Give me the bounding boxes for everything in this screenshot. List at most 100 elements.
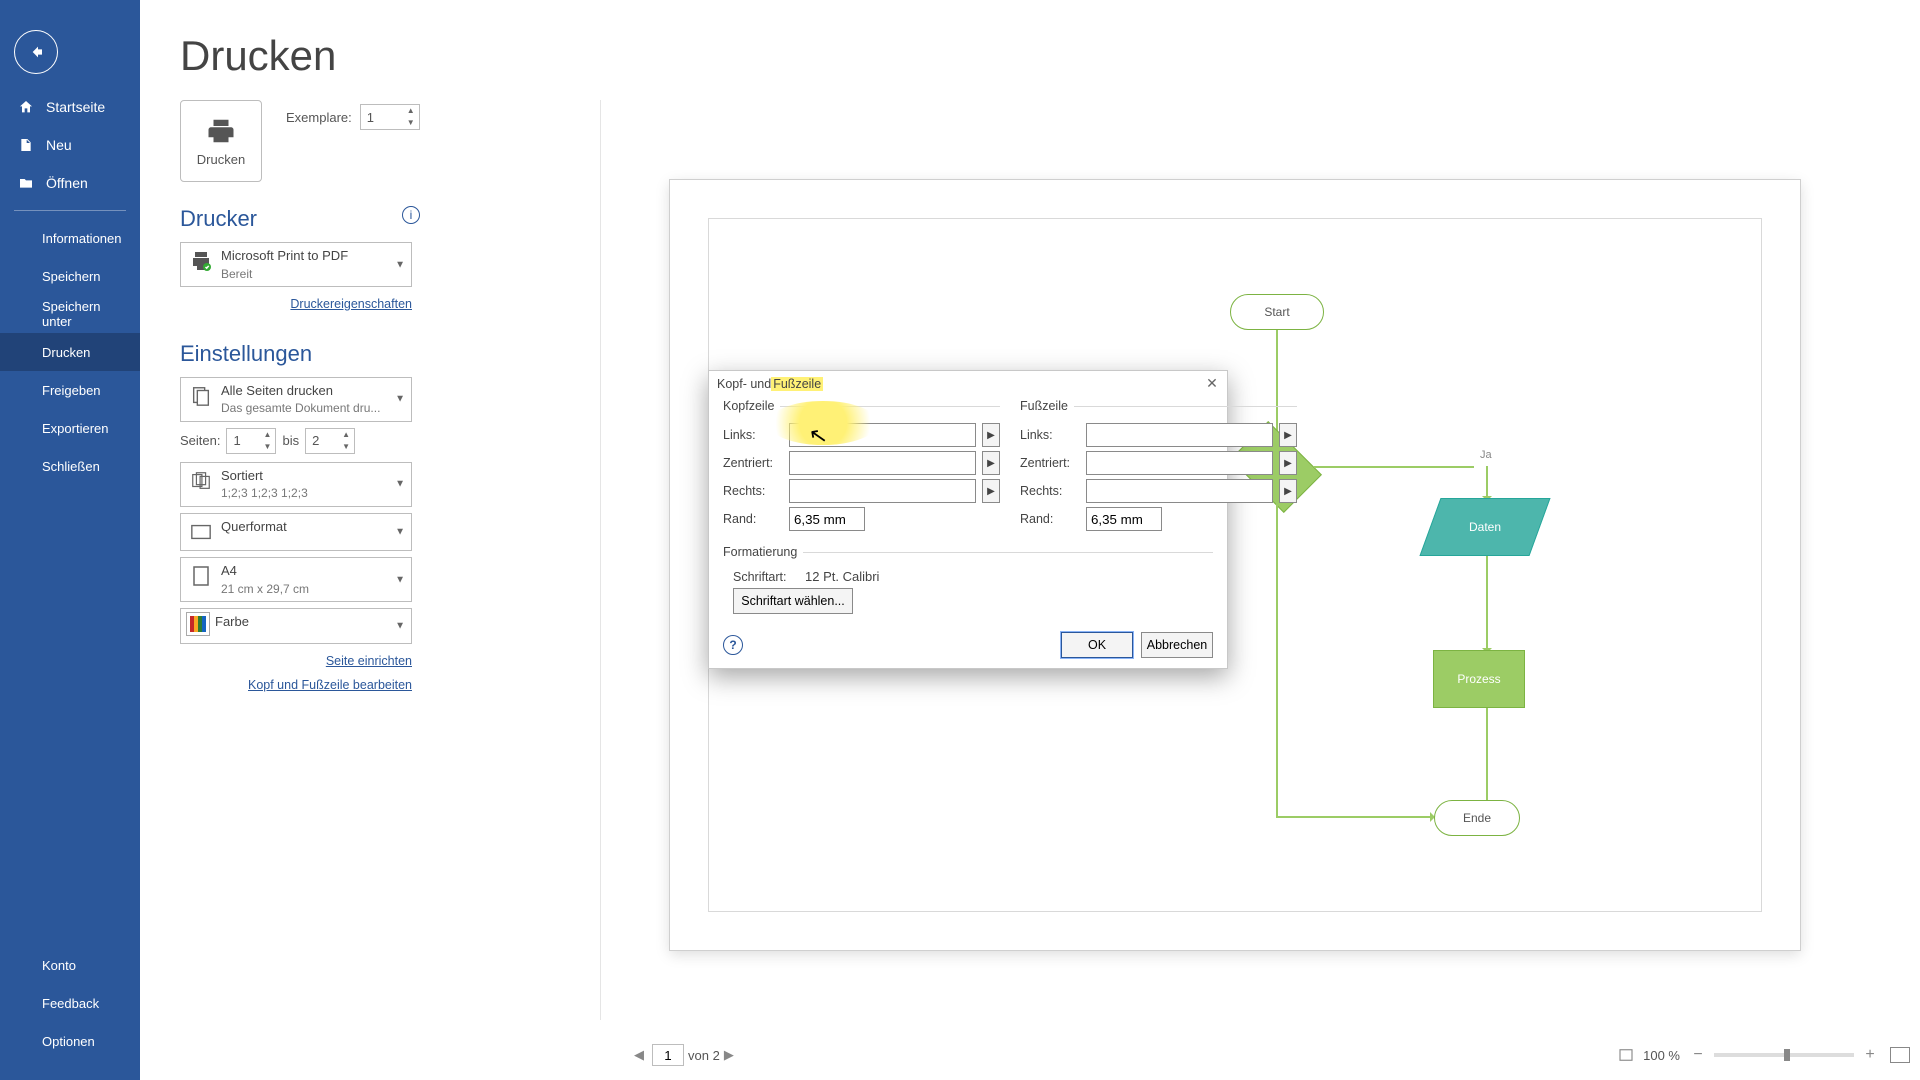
- page-setup-link[interactable]: Seite einrichten: [180, 650, 412, 674]
- print-range-selector[interactable]: Alle Seiten druckenDas gesamte Dokument …: [180, 377, 412, 422]
- sidebar-item-feedback[interactable]: Feedback: [0, 984, 140, 1022]
- header-margin-field[interactable]: [789, 507, 865, 531]
- footer-center-menu[interactable]: ▶: [1279, 451, 1297, 475]
- format-group-label: Formatierung: [723, 545, 803, 559]
- sidebar-item-label: Neu: [46, 137, 72, 153]
- header-footer-link[interactable]: Kopf und Fußzeile bearbeiten: [180, 674, 412, 698]
- sidebar-item-options[interactable]: Optionen: [0, 1022, 140, 1060]
- collate-icon: [187, 467, 215, 495]
- header-right-menu[interactable]: ▶: [982, 479, 1000, 503]
- pages-icon: [187, 382, 215, 410]
- chevron-down-icon: ▼: [395, 527, 405, 538]
- orientation-selector[interactable]: Querformat ▼: [180, 513, 412, 551]
- dialog-close-button[interactable]: ✕: [1203, 375, 1221, 393]
- home-icon: [18, 99, 34, 115]
- pages-to-label: bis: [282, 433, 299, 448]
- collate-selector[interactable]: Sortiert1;2;3 1;2;3 1;2;3 ▼: [180, 462, 412, 507]
- sidebar-item-share[interactable]: Freigeben: [0, 371, 140, 409]
- spinner-down-icon[interactable]: ▼: [405, 119, 417, 127]
- fit-width-icon[interactable]: [1617, 1048, 1635, 1062]
- print-button[interactable]: Drucken: [180, 100, 262, 182]
- copies-label: Exemplare:: [286, 110, 352, 125]
- dialog-help-button[interactable]: ?: [723, 635, 743, 655]
- footer-left-field[interactable]: [1086, 423, 1273, 447]
- header-center-menu[interactable]: ▶: [982, 451, 1000, 475]
- page-title: Drucken: [180, 32, 1920, 80]
- flowchart-start: Start: [1230, 294, 1324, 330]
- flowchart-end: Ende: [1434, 800, 1520, 836]
- sidebar-item-label: Startseite: [46, 99, 105, 115]
- printer-selector[interactable]: Microsoft Print to PDFBereit ▼: [180, 242, 412, 287]
- open-icon: [18, 175, 34, 191]
- chevron-down-icon: ▼: [395, 574, 405, 585]
- zoom-to-page-button[interactable]: [1890, 1047, 1910, 1063]
- footer-margin-field[interactable]: [1086, 507, 1162, 531]
- page-to-field[interactable]: 2▲▼: [305, 428, 355, 454]
- printer-heading: Drucker i: [180, 206, 420, 232]
- footer-right-menu[interactable]: ▶: [1279, 479, 1297, 503]
- sidebar-item-info[interactable]: Informationen: [0, 219, 140, 257]
- copies-spinner[interactable]: 1 ▲ ▼: [360, 104, 420, 130]
- header-left-field[interactable]: [789, 423, 976, 447]
- color-selector[interactable]: Farbe ▼: [180, 608, 412, 644]
- print-button-label: Drucken: [197, 152, 245, 167]
- header-right-field[interactable]: [789, 479, 976, 503]
- sidebar-item-open[interactable]: Öffnen: [0, 164, 140, 202]
- zoom-thumb[interactable]: [1784, 1049, 1790, 1061]
- pages-label: Seiten:: [180, 433, 220, 448]
- vertical-divider: [600, 100, 601, 1020]
- ok-button[interactable]: OK: [1061, 632, 1133, 658]
- header-center-field[interactable]: [789, 451, 976, 475]
- settings-heading: Einstellungen: [180, 341, 420, 367]
- flowchart-data: Daten: [1419, 498, 1550, 556]
- footer-right-field[interactable]: [1086, 479, 1273, 503]
- font-value: 12 Pt. Calibri: [805, 569, 879, 584]
- page-total-label: von 2: [688, 1048, 720, 1063]
- back-button[interactable]: [14, 30, 58, 74]
- next-page-button[interactable]: ▶: [720, 1047, 738, 1063]
- preview-footer: ◀ von 2 ▶ 100 % − +: [630, 1040, 1910, 1070]
- chevron-down-icon: ▼: [395, 479, 405, 490]
- choose-font-button[interactable]: Schriftart wählen...: [733, 588, 853, 614]
- color-swatch-icon: [187, 613, 209, 635]
- footer-left-menu[interactable]: ▶: [1279, 423, 1297, 447]
- printer-device-icon: [187, 247, 215, 275]
- footer-center-field[interactable]: [1086, 451, 1273, 475]
- page-from-field[interactable]: 1▲▼: [226, 428, 276, 454]
- flowchart-process: Prozess: [1433, 650, 1525, 708]
- sidebar-item-saveas[interactable]: Speichern unter: [0, 295, 140, 333]
- sidebar-item-home[interactable]: Startseite: [0, 88, 140, 126]
- header-footer-dialog: Kopf- und Fußzeile ✕ ↖ Kopfzeile Links:▶…: [708, 370, 1228, 669]
- sidebar-item-account[interactable]: Konto: [0, 946, 140, 984]
- spinner-up-icon[interactable]: ▲: [405, 107, 417, 115]
- backstage-sidebar: Startseite Neu Öffnen Informationen Spei…: [0, 0, 140, 1080]
- zoom-slider[interactable]: [1714, 1053, 1854, 1057]
- cancel-button[interactable]: Abbrechen: [1141, 632, 1213, 658]
- sidebar-item-new[interactable]: Neu: [0, 126, 140, 164]
- sidebar-item-label: Öffnen: [46, 175, 88, 191]
- prev-page-button[interactable]: ◀: [630, 1047, 648, 1063]
- printer-info-icon[interactable]: i: [402, 206, 420, 224]
- chevron-down-icon: ▼: [395, 259, 405, 270]
- footer-group-label: Fußzeile: [1020, 399, 1074, 413]
- flowchart-yes-label: Ja: [1480, 449, 1492, 461]
- header-left-menu[interactable]: ▶: [982, 423, 1000, 447]
- sidebar-item-print[interactable]: Drucken: [0, 333, 140, 371]
- dialog-titlebar[interactable]: Kopf- und Fußzeile: [709, 371, 1227, 397]
- sidebar-item-export[interactable]: Exportieren: [0, 409, 140, 447]
- header-group-label: Kopfzeile: [723, 399, 780, 413]
- landscape-icon: [187, 518, 215, 546]
- zoom-in-button[interactable]: +: [1860, 1046, 1880, 1064]
- zoom-out-button[interactable]: −: [1688, 1046, 1708, 1064]
- current-page-field[interactable]: [652, 1044, 684, 1066]
- printer-properties-link[interactable]: Druckereigenschaften: [180, 293, 412, 317]
- new-icon: [18, 137, 34, 153]
- printer-icon: [204, 116, 238, 146]
- page-icon: [187, 562, 215, 590]
- sidebar-item-close[interactable]: Schließen: [0, 447, 140, 485]
- copies-value: 1: [367, 110, 374, 125]
- sidebar-item-save[interactable]: Speichern: [0, 257, 140, 295]
- paper-size-selector[interactable]: A421 cm x 29,7 cm ▼: [180, 557, 412, 602]
- zoom-level: 100 %: [1643, 1048, 1680, 1063]
- chevron-down-icon: ▼: [395, 621, 405, 632]
